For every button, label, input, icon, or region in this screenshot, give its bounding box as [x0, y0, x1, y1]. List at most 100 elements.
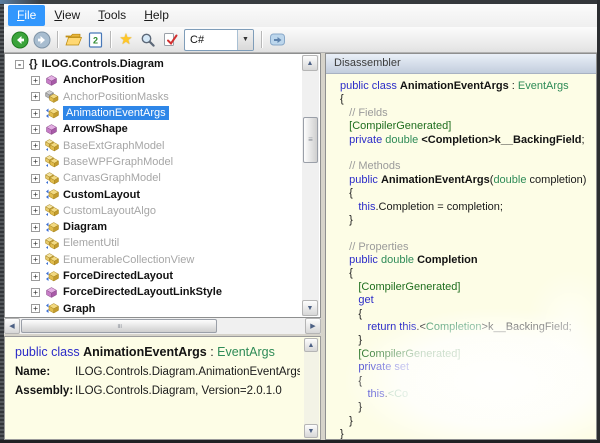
- code-line: }: [340, 334, 596, 347]
- tree-item-label: Graph: [63, 303, 95, 315]
- tree-item-label: CustomLayout: [63, 189, 140, 201]
- expand-box-icon[interactable]: +: [31, 288, 40, 297]
- tree-item-AnimationEventArgs[interactable]: +AnimationEventArgs: [5, 105, 302, 121]
- namespace-tree: -{}ILOG.Controls.Diagram+AnchorPosition+…: [5, 56, 302, 317]
- class2-icon: [45, 172, 59, 185]
- class-icon: [45, 221, 59, 234]
- language-select[interactable]: C# ▼: [184, 29, 254, 51]
- class-icon: [45, 188, 59, 201]
- tree-item-label: AnchorPositionMasks: [63, 91, 169, 103]
- tree-item-EnumerableCollectionView[interactable]: + EnumerableCollectionView: [5, 252, 302, 268]
- tree-item-ForceDirectedLayout[interactable]: + ForceDirectedLayout: [5, 268, 302, 284]
- svg-text:2: 2: [92, 35, 97, 45]
- tree-scrollbar-thumb[interactable]: ≡: [303, 117, 318, 163]
- code-line: }: [340, 401, 596, 414]
- class2-icon: [45, 237, 59, 250]
- code-line: // Methods: [340, 160, 596, 173]
- check-document-icon: [163, 32, 178, 47]
- tree-item-AnchorPosition[interactable]: +AnchorPosition: [5, 72, 302, 88]
- assembly-label: Assembly:: [15, 385, 75, 397]
- expand-box-icon[interactable]: +: [31, 125, 40, 134]
- verify-button[interactable]: [159, 29, 181, 51]
- code-line: // Properties: [340, 241, 596, 254]
- scroll-up-icon[interactable]: ▲: [304, 338, 318, 352]
- class-icon: [45, 270, 59, 283]
- tree-item-label: Diagram: [63, 221, 107, 233]
- scroll-up-icon[interactable]: ▲: [302, 55, 318, 71]
- expand-box-icon[interactable]: +: [31, 109, 40, 118]
- expand-box-icon[interactable]: +: [31, 255, 40, 264]
- scroll-right-icon[interactable]: ▶: [305, 318, 321, 334]
- tree-horizontal-scrollbar[interactable]: ◀ ≡ ▶: [4, 318, 321, 334]
- expand-box-icon[interactable]: +: [31, 174, 40, 183]
- code-line: [340, 227, 596, 240]
- tree-item-AnchorPositionMasks[interactable]: + AnchorPositionMasks: [5, 89, 302, 105]
- expand-box-icon[interactable]: +: [31, 157, 40, 166]
- browser-button[interactable]: [266, 29, 288, 51]
- code-line: this.Completion = completion;: [340, 201, 596, 214]
- scroll-down-icon[interactable]: ▼: [304, 424, 318, 438]
- code-line: }: [340, 415, 596, 428]
- open-assembly-button[interactable]: [62, 29, 84, 51]
- tree-item-ElementUtil[interactable]: + ElementUtil: [5, 235, 302, 251]
- tree-item-label: ForceDirectedLayout: [63, 270, 173, 282]
- assembly-list-button[interactable]: 2: [84, 29, 106, 51]
- search-button[interactable]: [137, 29, 159, 51]
- expand-box-icon[interactable]: +: [31, 76, 40, 85]
- expand-box-icon[interactable]: +: [31, 272, 40, 281]
- tree-item-BaseWPFGraphModel[interactable]: +BaseWPFGraphModel: [5, 154, 302, 170]
- chevron-down-icon[interactable]: ▼: [237, 30, 253, 50]
- tree-item-Graph[interactable]: + Graph: [5, 300, 302, 316]
- tree-item-label: CanvasGraphModel: [63, 172, 161, 184]
- bookmark-button[interactable]: ★: [115, 29, 137, 51]
- expand-box-icon[interactable]: +: [31, 304, 40, 313]
- tree-item-CustomLayout[interactable]: + CustomLayout: [5, 186, 302, 202]
- menu-item-file[interactable]: File: [8, 5, 45, 26]
- toolbar-separator: [261, 31, 262, 48]
- tree-item-label: ElementUtil: [63, 237, 119, 249]
- expand-box-icon[interactable]: +: [31, 206, 40, 215]
- search-icon: [140, 32, 156, 48]
- expand-box-icon[interactable]: +: [31, 190, 40, 199]
- expand-box-icon[interactable]: +: [31, 239, 40, 248]
- expand-box-icon[interactable]: +: [31, 223, 40, 232]
- class2-icon: [45, 139, 59, 152]
- code-line: [CompilerGenerated]: [340, 281, 596, 294]
- assembly-row: Assembly: ILOG.Controls.Diagram, Version…: [15, 385, 300, 397]
- enum-icon: [45, 286, 59, 299]
- code-line: {: [340, 267, 596, 280]
- menu-item-help[interactable]: Help: [135, 5, 178, 26]
- code-line: {: [340, 375, 596, 388]
- tree-item-CustomLayoutAlgo[interactable]: +CustomLayoutAlgo: [5, 203, 302, 219]
- tree-hscrollbar-thumb[interactable]: ≡: [21, 319, 217, 333]
- tree-item-label: EnumerableCollectionView: [63, 254, 194, 266]
- enum-icon: [45, 74, 59, 87]
- tree-root-namespace[interactable]: -{}ILOG.Controls.Diagram: [5, 56, 302, 72]
- scroll-left-icon[interactable]: ◀: [4, 318, 20, 334]
- tree-item-Diagram[interactable]: + Diagram: [5, 219, 302, 235]
- code-line: [CompilerGenerated]: [340, 348, 596, 361]
- disassembler-header: Disassembler: [326, 54, 596, 74]
- code-line: // Fields: [340, 107, 596, 120]
- scroll-down-icon[interactable]: ▼: [302, 300, 318, 316]
- collapse-box-icon[interactable]: -: [15, 60, 24, 69]
- tree-item-BaseExtGraphModel[interactable]: +BaseExtGraphModel: [5, 137, 302, 153]
- expand-box-icon[interactable]: +: [31, 92, 40, 101]
- forward-button[interactable]: [31, 29, 53, 51]
- tree-item-label: ForceDirectedLayoutLinkStyle: [63, 286, 222, 298]
- menu-item-view[interactable]: View: [45, 5, 89, 26]
- class2-icon: [45, 253, 59, 266]
- back-icon: [11, 31, 29, 49]
- tree-item-ForceDirectedLayoutLinkStyle[interactable]: + ForceDirectedLayoutLinkStyle: [5, 284, 302, 300]
- expand-box-icon[interactable]: +: [31, 141, 40, 150]
- tree-vertical-scrollbar[interactable]: ▲ ≡ ▼: [302, 55, 319, 316]
- menu-item-tools[interactable]: Tools: [89, 5, 135, 26]
- window-client-area: FileViewToolsHelp 2: [4, 4, 597, 440]
- bookmark-star-icon: ★: [119, 32, 132, 47]
- details-vertical-scrollbar[interactable]: ▲ ▼: [304, 338, 319, 438]
- tree-item-CanvasGraphModel[interactable]: + CanvasGraphModel: [5, 170, 302, 186]
- name-value: ILOG.Controls.Diagram.AnimationEventArgs: [75, 366, 300, 378]
- back-button[interactable]: [9, 29, 31, 51]
- disassembled-code[interactable]: public class AnimationEventArgs : EventA…: [326, 73, 596, 439]
- tree-item-ArrowShape[interactable]: +ArrowShape: [5, 121, 302, 137]
